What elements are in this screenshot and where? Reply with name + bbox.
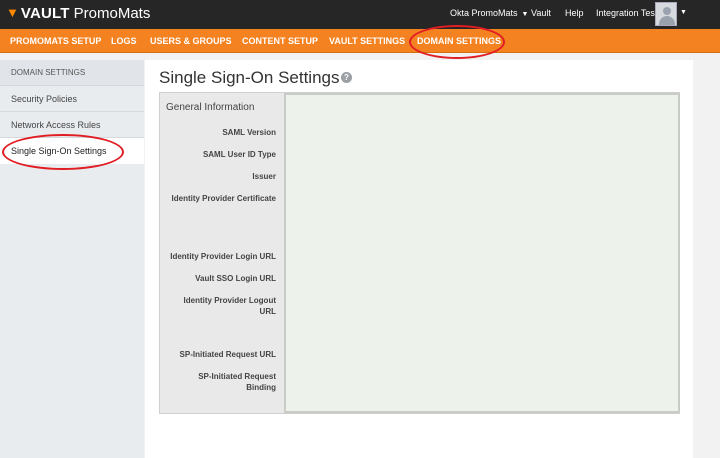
- vault-link[interactable]: Vault: [531, 8, 551, 18]
- nav-users-groups[interactable]: USERS & GROUPS: [150, 36, 232, 46]
- annotation-oval-domain-settings: [409, 25, 505, 59]
- nav-vault-settings[interactable]: VAULT SETTINGS: [329, 36, 405, 46]
- sidebar-item-security-policies[interactable]: Security Policies: [0, 86, 144, 112]
- page-title: Single Sign-On Settings: [159, 68, 340, 87]
- field-label-saml-version: SAML Version: [222, 128, 276, 137]
- nav-logs[interactable]: LOGS: [111, 36, 137, 46]
- nav-promomats-setup[interactable]: PROMOMATS SETUP: [10, 36, 101, 46]
- chevron-down-icon: ▼: [521, 11, 529, 18]
- top-bar: ▼ VAULT PromoMats Okta PromoMats ▼ Vault …: [0, 0, 720, 29]
- app-name: PromoMats: [73, 5, 151, 22]
- chevron-down-icon[interactable]: ▼: [680, 9, 687, 16]
- help-icon[interactable]: ?: [341, 72, 352, 83]
- main-content: Single Sign-On Settings ? General Inform…: [145, 60, 693, 458]
- field-label-vault-sso-login-url: Vault SSO Login URL: [195, 274, 276, 283]
- field-label-saml-user-id-type: SAML User ID Type: [202, 150, 276, 159]
- sidebar: DOMAIN SETTINGS Security Policies Networ…: [0, 60, 144, 458]
- field-label-sp-initiated-request-binding: SP-Initiated Request Binding: [198, 372, 276, 392]
- vault-logo-icon: ▼: [6, 5, 19, 20]
- vault-switcher-menu[interactable]: Okta PromoMats ▼: [450, 8, 528, 18]
- section-title: General Information: [166, 102, 255, 113]
- field-label-idp-logout-url: Identity Provider Logout URL: [183, 296, 276, 316]
- settings-panel: General Information SAML Version SAML Us…: [159, 92, 680, 414]
- user-avatar-icon[interactable]: [655, 2, 677, 26]
- nav-content-setup[interactable]: CONTENT SETUP: [242, 36, 318, 46]
- annotation-oval-sso-settings: [2, 134, 124, 170]
- brand-name: VAULT: [20, 5, 70, 22]
- settings-values-area: [284, 93, 680, 413]
- user-name[interactable]: Integration Test: [596, 8, 657, 18]
- field-label-issuer: Issuer: [252, 172, 276, 181]
- vault-switcher-label: Okta PromoMats: [450, 8, 518, 18]
- sidebar-header: DOMAIN SETTINGS: [0, 60, 144, 86]
- help-link[interactable]: Help: [565, 8, 584, 18]
- vault-logo[interactable]: ▼ VAULT PromoMats: [6, 5, 150, 22]
- field-label-sp-initiated-request-url: SP-Initiated Request URL: [179, 350, 276, 359]
- main-nav: PROMOMATS SETUP LOGS USERS & GROUPS CONT…: [0, 29, 720, 53]
- field-label-idp-login-url: Identity Provider Login URL: [170, 252, 276, 261]
- field-label-idp-certificate: Identity Provider Certificate: [171, 194, 276, 203]
